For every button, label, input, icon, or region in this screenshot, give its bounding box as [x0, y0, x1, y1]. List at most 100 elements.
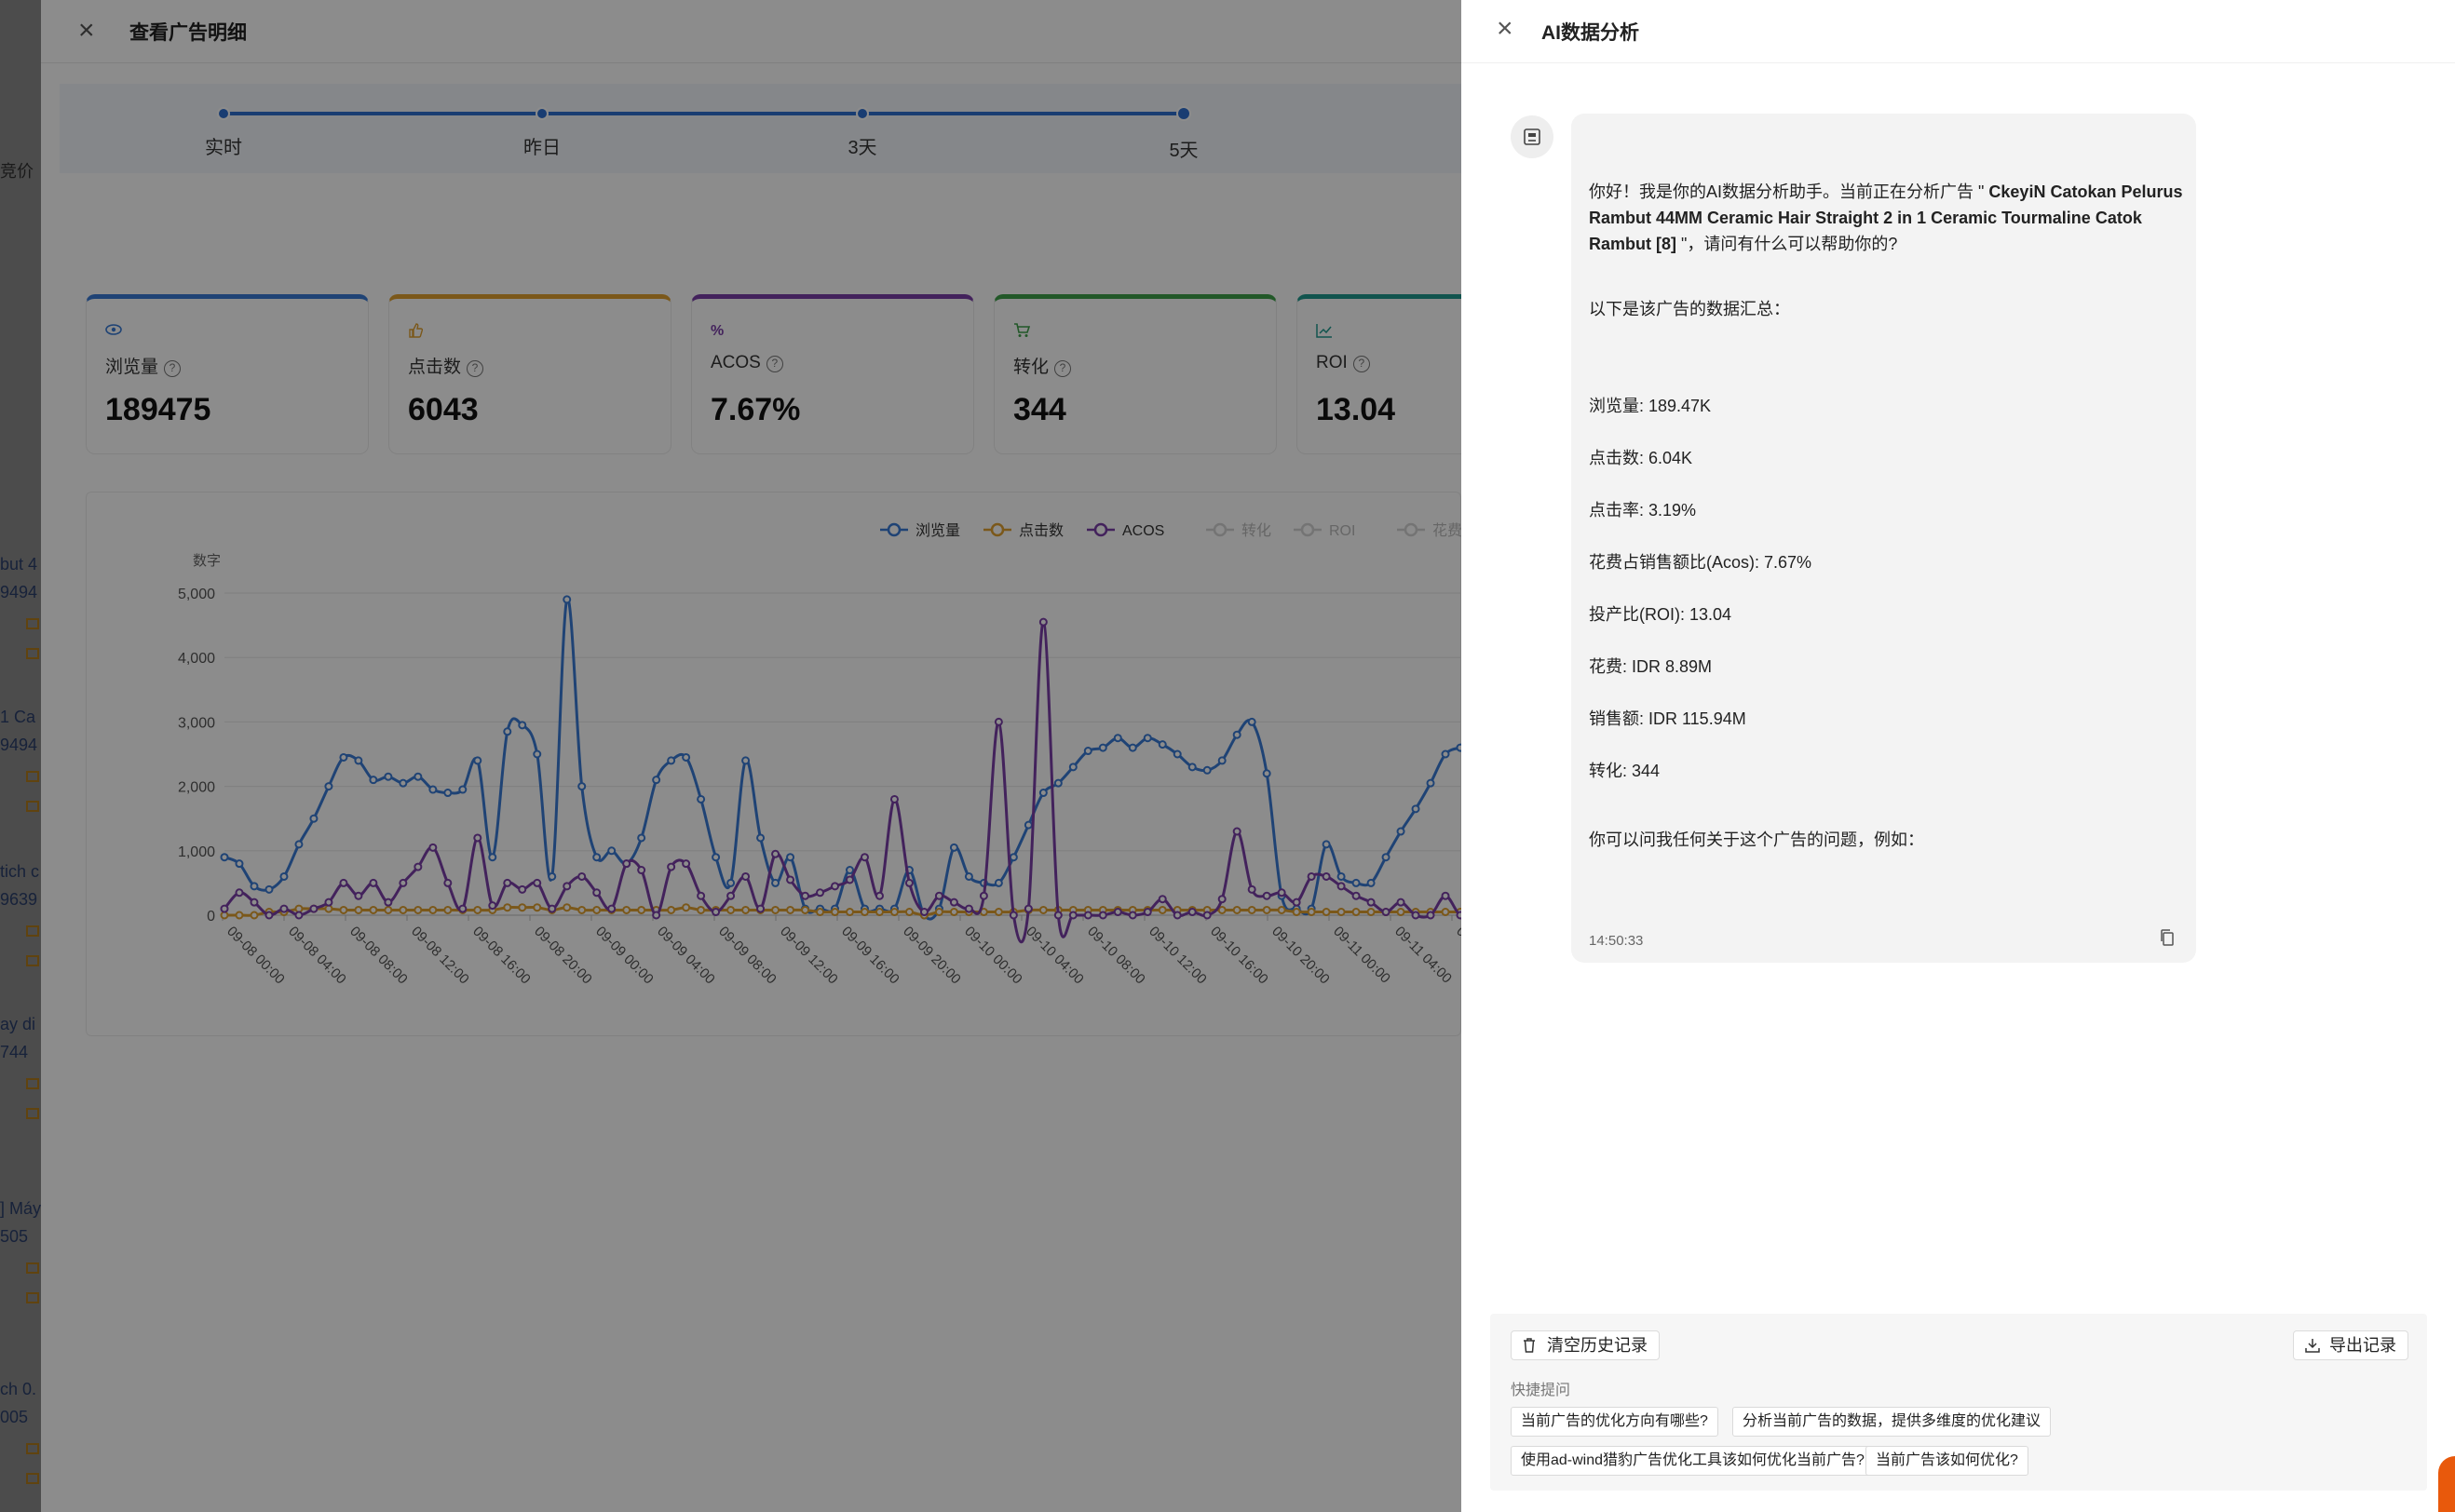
slider-track-segment: [542, 112, 862, 115]
background-link: 005: [0, 1408, 29, 1426]
legend-label: 点击数: [1019, 522, 1064, 539]
message-line: 投产比(ROI): 13.04: [1589, 605, 1732, 624]
help-icon[interactable]: ?: [1352, 356, 1370, 372]
data-point: [488, 901, 497, 911]
data-point: [712, 853, 721, 862]
legend-label: 浏览量: [916, 522, 960, 539]
x-tick-label: 09-10 16:00: [1207, 924, 1271, 988]
data-point: [428, 905, 438, 914]
background-marker: [26, 1078, 39, 1089]
data-point: [1322, 908, 1331, 917]
data-point: [860, 908, 869, 917]
background-link: 9494: [0, 736, 38, 754]
data-point: [1217, 895, 1227, 904]
data-point: [845, 875, 854, 884]
slider-dot-3days[interactable]: [856, 107, 869, 120]
data-point: [592, 888, 602, 898]
data-point: [1336, 871, 1346, 881]
x-tick-label: 09-11 04:00: [1391, 924, 1455, 987]
legend-marker: [1404, 522, 1418, 537]
data-point: [964, 904, 973, 913]
detail-header: × 查看广告明细: [41, 0, 1461, 63]
data-point: [414, 862, 423, 871]
data-point: [473, 756, 482, 765]
x-tick-label: 09-09 20:00: [900, 924, 964, 988]
percent-icon: %: [711, 323, 725, 339]
message-timestamp: 14:50:33: [1589, 933, 1644, 949]
slider-dot-yesterday[interactable]: [536, 107, 549, 120]
data-point: [682, 903, 691, 912]
data-point: [622, 905, 631, 914]
data-point: [1366, 908, 1376, 917]
quick-questions-title: 快捷提问: [1511, 1383, 1571, 1398]
data-point: [1292, 908, 1301, 917]
data-point: [904, 878, 914, 887]
help-icon[interactable]: ?: [1054, 360, 1072, 377]
clear-history-button[interactable]: 清空历史记录: [1511, 1330, 1660, 1360]
copy-icon[interactable]: [2159, 928, 2176, 952]
data-point: [607, 904, 617, 913]
data-point: [1441, 749, 1450, 759]
data-point: [816, 888, 825, 898]
data-point: [860, 853, 869, 862]
data-point: [577, 782, 587, 791]
data-point: [1038, 789, 1048, 798]
close-icon[interactable]: ×: [78, 17, 95, 45]
data-point: [1426, 911, 1435, 920]
data-point: [831, 908, 840, 917]
data-point: [592, 905, 602, 914]
message-line: 转化: 344: [1589, 762, 1661, 780]
export-records-button[interactable]: 导出记录: [2293, 1330, 2408, 1360]
help-icon[interactable]: ?: [164, 360, 182, 377]
data-point: [339, 752, 348, 762]
data-point: [741, 905, 751, 914]
quick-question-chip[interactable]: 当前广告该如何优化?: [1865, 1446, 2028, 1476]
time-range-slider[interactable]: 实时 昨日 3天 5天 7天: [60, 84, 1461, 173]
background-marker: [26, 771, 39, 782]
data-point: [964, 871, 973, 881]
data-point: [1247, 717, 1256, 726]
metric-card-conversions: 转化? 344: [994, 294, 1277, 454]
data-point: [503, 727, 512, 736]
slider-track-segment: [862, 112, 1183, 115]
data-point: [1053, 911, 1063, 920]
data-point: [1307, 908, 1316, 917]
data-point: [577, 905, 587, 914]
data-point: [1426, 778, 1435, 788]
message-line: 浏览量: 189.47K: [1589, 397, 1712, 415]
thumbs-up-icon: [408, 323, 424, 343]
background-marker: [26, 1108, 39, 1119]
close-icon[interactable]: ×: [1497, 15, 1513, 43]
slider-dot-5days[interactable]: [1176, 106, 1191, 121]
quick-question-chip[interactable]: 分析当前广告的数据，提供多维度的优化建议: [1732, 1407, 2052, 1437]
data-point: [1351, 878, 1361, 887]
quick-question-chip[interactable]: 使用ad-wind猎豹广告优化工具该如何优化当前广告?: [1511, 1446, 1875, 1476]
help-icon[interactable]: ?: [467, 360, 484, 377]
x-tick-label: 09-08 04:00: [285, 924, 349, 988]
data-point: [845, 866, 854, 875]
data-point: [518, 884, 527, 894]
metric-label: ACOS?: [711, 353, 783, 373]
data-point: [771, 878, 780, 887]
help-icon[interactable]: ?: [766, 356, 783, 372]
data-point: [428, 785, 438, 794]
data-point: [473, 905, 482, 914]
quick-question-chip[interactable]: 当前广告的优化方向有哪些?: [1511, 1407, 1718, 1437]
data-point: [1068, 763, 1078, 772]
x-tick-label: 09-10 00:00: [961, 924, 1025, 988]
data-point: [1396, 898, 1405, 907]
data-point: [771, 849, 780, 858]
background-link: ch 0.: [0, 1380, 37, 1398]
background-marker: [26, 1292, 39, 1303]
data-point: [503, 878, 512, 887]
data-point: [473, 833, 482, 843]
slider-dot-realtime[interactable]: [217, 107, 230, 120]
background-marker: [26, 648, 39, 659]
x-tick-label: 09-09 16:00: [838, 924, 902, 988]
data-point: [994, 908, 1003, 917]
y-tick-label: 3,000: [178, 715, 215, 731]
data-point: [1366, 898, 1376, 907]
y-axis-label: 数字: [193, 553, 221, 569]
data-point: [667, 756, 676, 765]
ai-title: AI数据分析: [1541, 22, 1639, 44]
